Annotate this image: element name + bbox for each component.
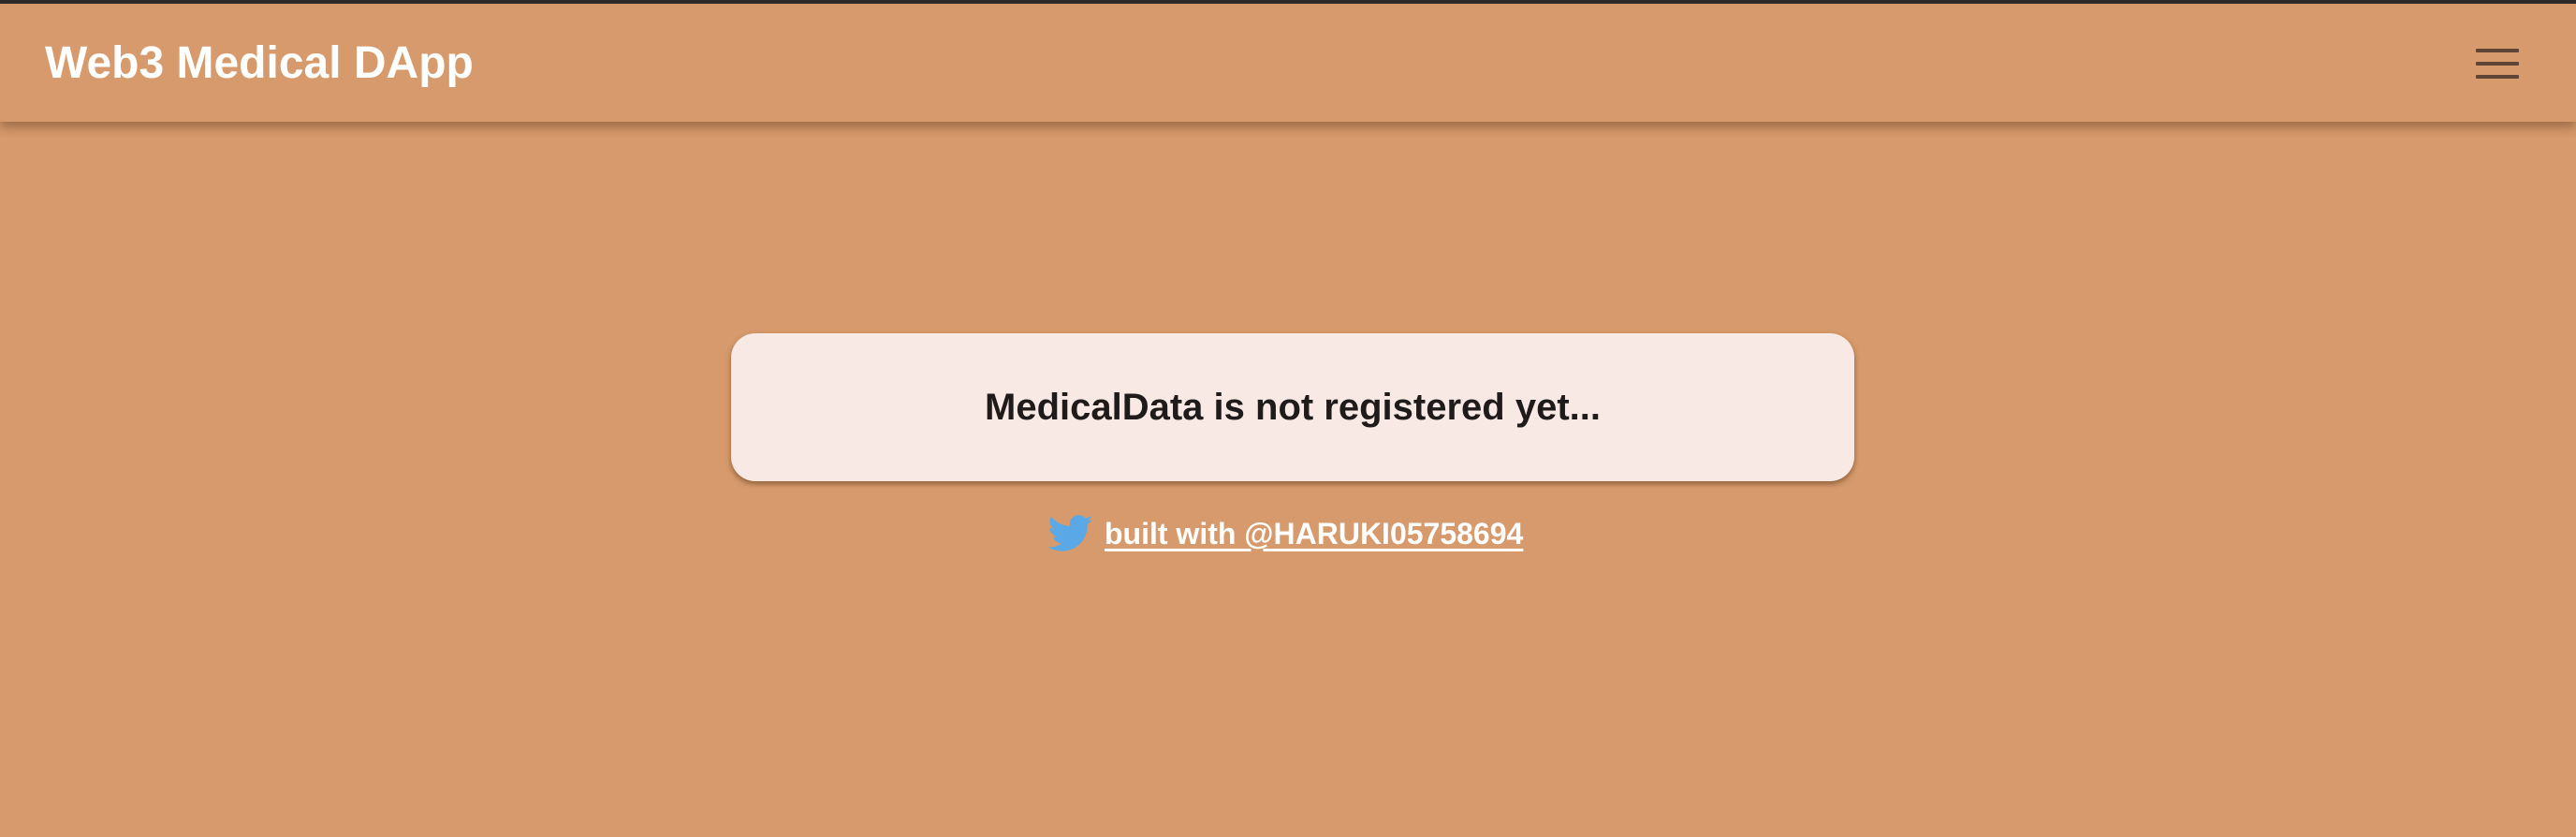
menu-button[interactable] xyxy=(2452,30,2542,97)
hamburger-menu-icon xyxy=(2476,49,2519,79)
app-title: Web3 Medical DApp xyxy=(45,38,474,88)
app-bar: Web3 Medical DApp xyxy=(0,4,2576,122)
main-content: MedicalData is not registered yet... bui… xyxy=(0,122,2576,837)
status-message: MedicalData is not registered yet... xyxy=(985,386,1601,428)
twitter-icon xyxy=(1048,515,1093,551)
footer-credit: built with @HARUKI05758694 xyxy=(1048,507,1523,560)
status-card: MedicalData is not registered yet... xyxy=(731,333,1854,481)
credit-link[interactable]: built with @HARUKI05758694 xyxy=(1105,517,1523,551)
